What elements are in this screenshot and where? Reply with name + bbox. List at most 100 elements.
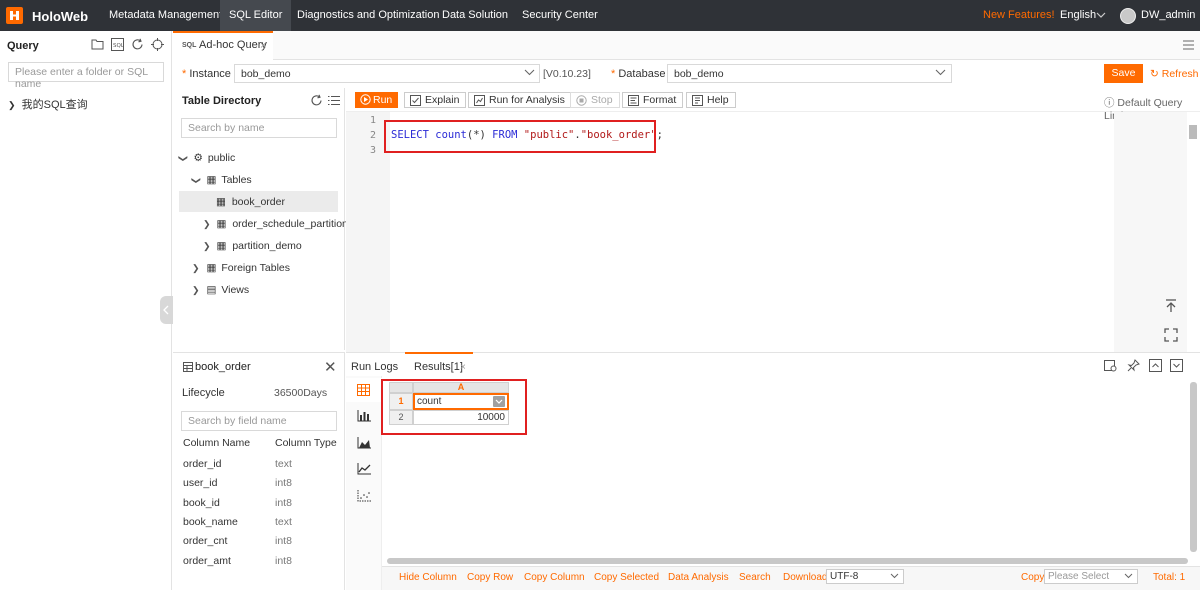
download-button[interactable]: Download: [783, 572, 827, 583]
svg-text:SQL: SQL: [113, 43, 124, 49]
tree-item-public[interactable]: ❯ ⚙ public: [178, 152, 236, 164]
panel-collapse-handle[interactable]: [160, 296, 173, 324]
table-icon: ▦: [216, 196, 226, 208]
close-icon[interactable]: ✕: [324, 358, 337, 376]
line-chart-icon[interactable]: [357, 463, 371, 475]
refresh-icon[interactable]: [310, 94, 323, 107]
explain-button[interactable]: Explain: [404, 92, 467, 108]
tree-item-tables[interactable]: ❯ ▦ Tables: [191, 174, 251, 186]
required-mark: *: [611, 68, 616, 80]
close-icon[interactable]: ×: [260, 40, 266, 52]
tree-item-views[interactable]: ❯ ▤ Views: [192, 284, 249, 296]
tree-item-book-order[interactable]: ▦ book_order: [216, 196, 285, 208]
help-button[interactable]: Help: [686, 92, 736, 108]
new-sql-icon[interactable]: SQL: [111, 38, 124, 51]
fullscreen-icon[interactable]: [1163, 327, 1179, 343]
column-type: int8: [275, 477, 292, 489]
total-count: Total: 1: [1153, 572, 1186, 583]
analysis-icon: [474, 95, 485, 106]
holoweb-logo-icon[interactable]: [6, 7, 23, 24]
table-icon: [183, 362, 193, 372]
save-button[interactable]: Save: [1104, 64, 1143, 83]
nav-diagnostics-optimization[interactable]: Diagnostics and Optimization: [289, 0, 447, 31]
instance-select[interactable]: bob_demo: [234, 64, 540, 83]
column-type: int8: [275, 555, 292, 567]
area-chart-icon[interactable]: [357, 437, 371, 449]
table-search-input[interactable]: Search by name: [181, 118, 337, 138]
settings-icon[interactable]: [1104, 359, 1117, 372]
close-icon[interactable]: ×: [460, 362, 466, 373]
search-button[interactable]: Search: [739, 572, 771, 583]
column-name-header: Column Name: [183, 437, 251, 449]
field-search-input[interactable]: Search by field name: [181, 411, 337, 431]
results-horizontal-scrollbar[interactable]: [387, 558, 1188, 564]
grid-view-icon[interactable]: [357, 384, 370, 396]
folder-search-input[interactable]: Please enter a folder or SQL name: [8, 62, 164, 90]
copy-label: Copy: [1021, 572, 1045, 583]
line-number: 2: [369, 130, 376, 141]
required-mark: *: [182, 68, 187, 80]
format-button[interactable]: Format: [622, 92, 684, 108]
tree-item-order-schedule-partition[interactable]: ❯ ▦ order_schedule_partition: [203, 218, 348, 230]
table-icon: ▦: [206, 174, 217, 186]
lifecycle-label: Lifecycle: [182, 387, 225, 399]
tree-item-label: book_order: [231, 196, 285, 208]
chevron-down-icon[interactable]: [1170, 359, 1183, 372]
query-panel-title: Query: [7, 40, 39, 52]
copy-format-placeholder: Please Select: [1048, 571, 1110, 582]
chevron-right-icon: ❯: [192, 263, 200, 273]
copy-selected-button[interactable]: Copy Selected: [594, 572, 659, 583]
copy-column-button[interactable]: Copy Column: [524, 572, 585, 583]
scatter-chart-icon[interactable]: [357, 490, 371, 502]
editor-tab-bar: [173, 31, 1200, 60]
editor-scrollbar[interactable]: [1189, 125, 1197, 139]
tree-item-my-sql[interactable]: ❯ 我的SQL查询: [8, 96, 88, 112]
user-name[interactable]: DW_admin: [1141, 0, 1195, 31]
tree-item-label: public: [207, 152, 236, 164]
help-icon: [692, 95, 703, 106]
column-name: order_id: [183, 458, 222, 470]
database-select[interactable]: bob_demo: [667, 64, 952, 83]
avatar[interactable]: [1120, 8, 1136, 24]
data-analysis-button[interactable]: Data Analysis: [668, 572, 729, 583]
brand-name[interactable]: HoloWeb: [32, 9, 88, 24]
pin-icon[interactable]: [1127, 359, 1140, 372]
encoding-value: UTF-8: [830, 571, 859, 582]
editor-minimap[interactable]: [1114, 112, 1187, 352]
run-for-analysis-button[interactable]: Run for Analysis: [468, 92, 572, 108]
tree-item-foreign-tables[interactable]: ❯ ▦ Foreign Tables: [192, 262, 290, 274]
results-vertical-scrollbar[interactable]: [1190, 382, 1197, 552]
new-features-link[interactable]: New Features!: [983, 0, 1055, 31]
copy-row-button[interactable]: Copy Row: [467, 572, 513, 583]
language-selector[interactable]: English: [1060, 0, 1096, 31]
tab-results[interactable]: Results[1]: [414, 361, 463, 373]
refresh-icon[interactable]: [131, 38, 144, 51]
bar-chart-icon[interactable]: [357, 410, 371, 422]
list-icon[interactable]: [328, 95, 340, 106]
column-name: book_name: [183, 516, 238, 528]
refresh-label: Refresh: [1161, 68, 1199, 80]
menu-icon[interactable]: [1183, 40, 1194, 50]
stop-button[interactable]: Stop: [570, 92, 620, 108]
tab-run-logs[interactable]: Run Logs: [351, 361, 398, 373]
refresh-button[interactable]: ↻ Refresh: [1150, 68, 1199, 80]
hide-column-button[interactable]: Hide Column: [399, 572, 457, 583]
scroll-to-top-icon[interactable]: [1163, 298, 1179, 314]
table-icon: ▦: [216, 240, 227, 252]
new-folder-icon[interactable]: [91, 38, 104, 50]
run-button[interactable]: Run: [355, 92, 398, 108]
sql-semicolon: ;: [656, 129, 663, 141]
tree-item-partition-demo[interactable]: ❯ ▦ partition_demo: [203, 240, 302, 252]
nav-metadata-management[interactable]: Metadata Management: [101, 0, 230, 31]
encoding-select[interactable]: UTF-8: [826, 569, 904, 584]
sql-icon: SQL: [182, 42, 197, 49]
explain-label: Explain: [425, 94, 460, 106]
schema-icon: ⚙: [193, 152, 203, 164]
locate-icon[interactable]: [151, 38, 164, 51]
nav-security-center[interactable]: Security Center: [514, 0, 606, 31]
nav-data-solution[interactable]: Data Solution: [434, 0, 516, 31]
nav-sql-editor[interactable]: SQL Editor: [220, 0, 292, 31]
column-type: int8: [275, 497, 292, 509]
chevron-up-icon[interactable]: [1149, 359, 1162, 372]
copy-format-select[interactable]: Please Select: [1044, 569, 1138, 584]
